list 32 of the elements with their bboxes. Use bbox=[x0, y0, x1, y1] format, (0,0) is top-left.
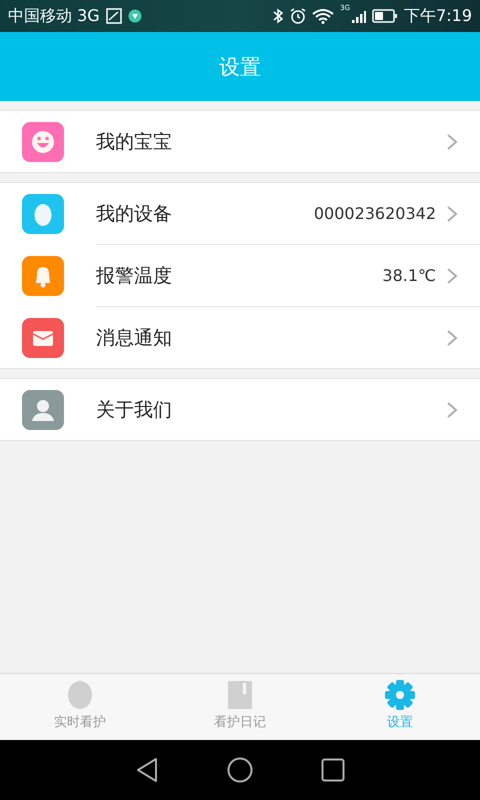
signal-icon bbox=[352, 8, 366, 24]
settings-row[interactable]: 报警温度 38.1℃ bbox=[0, 245, 480, 306]
chevron-icon bbox=[446, 328, 458, 346]
clock-text: 下午7:19 bbox=[404, 6, 472, 26]
alarm-icon bbox=[290, 8, 306, 24]
row-label: 报警温度 bbox=[96, 264, 173, 288]
carrier-text: 中国移动 3G bbox=[8, 6, 100, 26]
chevron-icon bbox=[446, 266, 458, 284]
settings-icon bbox=[384, 680, 416, 710]
chevron-icon bbox=[446, 132, 458, 150]
row-label: 我的设备 bbox=[96, 202, 173, 226]
row-value: 000023620342 bbox=[314, 204, 436, 223]
settings-row[interactable]: 消息通知 bbox=[0, 307, 480, 368]
settings-row[interactable]: 我的设备 000023620342 bbox=[0, 183, 480, 244]
chevron-icon bbox=[446, 400, 458, 418]
row-value: 38.1℃ bbox=[382, 266, 436, 285]
recents-icon[interactable] bbox=[321, 758, 345, 782]
home-icon[interactable] bbox=[227, 757, 253, 783]
battery-icon bbox=[372, 8, 398, 24]
settings-row[interactable]: 关于我们 bbox=[0, 379, 480, 440]
row-label: 关于我们 bbox=[96, 398, 173, 422]
bluetooth-icon bbox=[272, 8, 284, 24]
settings-row[interactable]: 我的宝宝 bbox=[0, 111, 480, 172]
egg-icon bbox=[67, 680, 93, 710]
row-label: 消息通知 bbox=[96, 326, 173, 350]
back-icon[interactable] bbox=[135, 757, 159, 783]
page-title: 设置 bbox=[219, 54, 261, 80]
row-label: 我的宝宝 bbox=[96, 130, 173, 154]
wifi-icon bbox=[312, 8, 334, 24]
chevron-icon bbox=[446, 204, 458, 222]
book-icon bbox=[227, 680, 253, 710]
image-icon bbox=[106, 8, 122, 24]
